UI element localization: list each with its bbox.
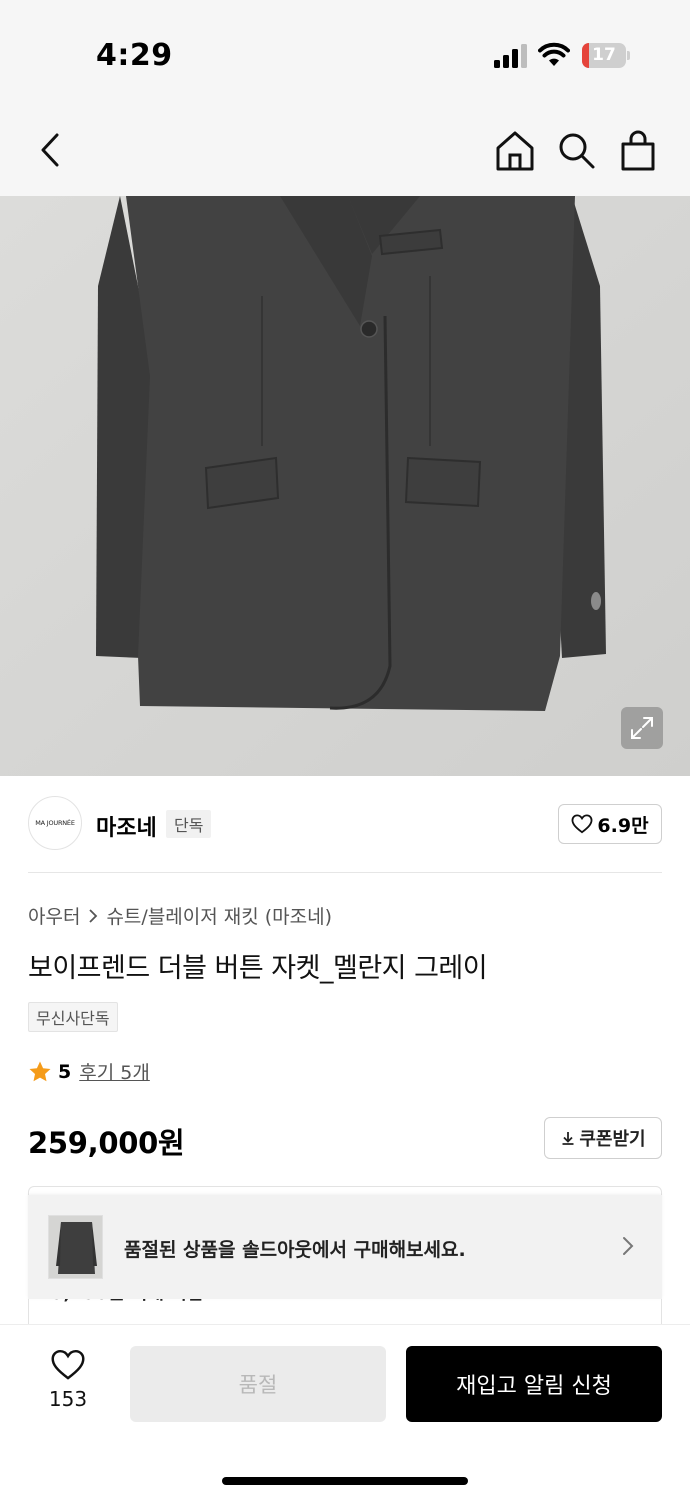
- soldout-thumbnail: [48, 1215, 103, 1279]
- wifi-icon: [538, 42, 570, 66]
- rating: 5 후기 5개: [28, 1058, 150, 1085]
- brand-logo-text: MA JOURNÉE: [35, 819, 75, 827]
- home-icon[interactable]: [494, 130, 536, 172]
- expand-image-button[interactable]: [621, 707, 663, 749]
- cellular-signal-icon: [494, 44, 527, 68]
- soldout-button[interactable]: 품절: [130, 1346, 386, 1422]
- star-icon: [29, 1061, 51, 1081]
- breadcrumb-category[interactable]: 아우터: [28, 902, 80, 929]
- divider: [28, 872, 662, 873]
- wishlist-count: 153: [48, 1387, 88, 1411]
- product-price: 259,000원: [28, 1126, 185, 1160]
- product-title: 보이프렌드 더블 버튼 자켓_멜란지 그레이: [28, 953, 488, 984]
- expand-icon: [631, 717, 653, 739]
- soldout-banner-text: 품절된 상품을 솔드아웃에서 구매해보세요.: [124, 1239, 466, 1261]
- heart-icon: [571, 814, 593, 834]
- back-button[interactable]: [30, 130, 70, 170]
- search-icon[interactable]: [556, 130, 596, 170]
- brand-like-count: 6.9만: [597, 814, 649, 837]
- review-count-link[interactable]: 후기 5개: [79, 1058, 150, 1085]
- brand-name[interactable]: 마조네: [96, 810, 157, 842]
- brand-logo[interactable]: MA JOURNÉE: [28, 796, 82, 850]
- coupon-button[interactable]: 쿠폰받기: [544, 1117, 662, 1159]
- battery-level: 17: [592, 45, 616, 65]
- shopping-bag-icon[interactable]: [618, 130, 658, 172]
- heart-icon: [51, 1349, 85, 1380]
- breadcrumb-subcategory[interactable]: 슈트/블레이저 재킷 (마조네): [106, 902, 332, 929]
- brand-row: MA JOURNÉE 마조네 단독 6.9만: [28, 796, 662, 852]
- status-time: 4:29: [96, 38, 173, 73]
- top-bar: 4:29 17: [0, 0, 690, 196]
- coupon-label: 쿠폰받기: [579, 1129, 646, 1150]
- breadcrumb: 아우터 슈트/블레이저 재킷 (마조네): [28, 902, 332, 929]
- product-image[interactable]: [0, 196, 690, 776]
- wishlist-button[interactable]: 153: [36, 1349, 100, 1419]
- chevron-left-icon: [41, 133, 59, 167]
- download-icon: [562, 1132, 574, 1145]
- exclusive-badge: 무신사단독: [28, 1002, 118, 1032]
- jacket-photo: [0, 196, 690, 776]
- home-indicator: [222, 1477, 468, 1485]
- battery-indicator: 17: [582, 43, 630, 68]
- restock-alert-button[interactable]: 재입고 알림 신청: [406, 1346, 662, 1422]
- bottom-action-bar: 153 품절 재입고 알림 신청: [0, 1324, 690, 1500]
- brand-like-button[interactable]: 6.9만: [558, 804, 662, 844]
- chevron-right-icon: [89, 908, 98, 923]
- soldout-banner[interactable]: 품절된 상품을 솔드아웃에서 구매해보세요.: [28, 1195, 662, 1299]
- chevron-right-icon: [623, 1237, 634, 1255]
- brand-exclusive-badge: 단독: [166, 810, 212, 838]
- rating-score: 5: [58, 1060, 72, 1083]
